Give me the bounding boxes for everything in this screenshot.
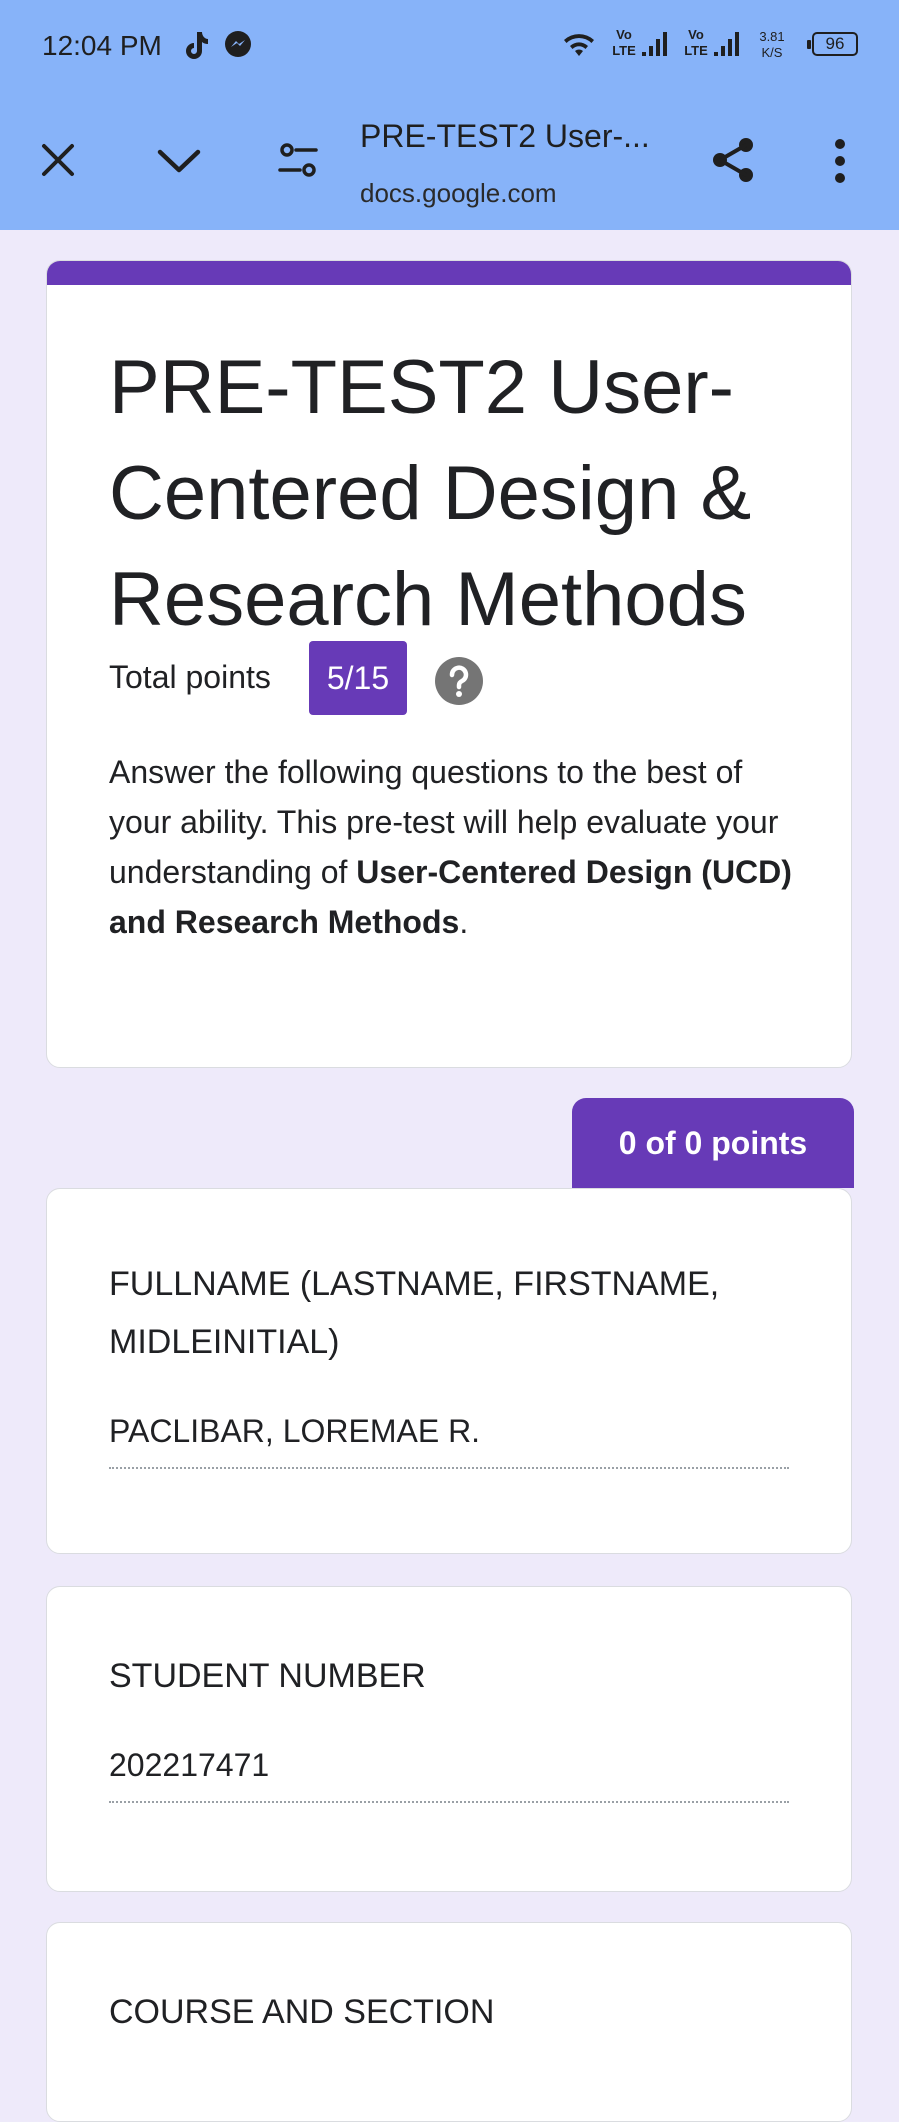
signal-icon	[714, 30, 744, 63]
question-card: COURSE AND SECTION	[46, 1922, 852, 2122]
sim2-volte-bottom: LTE	[684, 43, 708, 58]
question-card: FULLNAME (LASTNAME, FIRSTNAME, MIDLEINIT…	[46, 1188, 852, 1554]
sim1-volte-bottom: LTE	[612, 43, 636, 58]
form-description: Answer the following questions to the be…	[109, 747, 799, 947]
question-card: STUDENT NUMBER 202217471	[46, 1586, 852, 1892]
answer-field[interactable]: 202217471	[109, 1747, 789, 1803]
status-bar: 12:04 PM Vo LTE Vo LTE 3.81 K/S 96	[0, 0, 899, 92]
help-icon[interactable]	[434, 656, 484, 711]
description-tail: .	[459, 904, 469, 940]
section-points-badge: 0 of 0 points	[572, 1098, 854, 1188]
question-title: STUDENT NUMBER	[109, 1657, 426, 1695]
wifi-icon	[562, 30, 596, 63]
page-domain[interactable]: docs.google.com	[360, 178, 557, 209]
page-controls-icon[interactable]	[278, 140, 318, 185]
signal-icon	[642, 30, 672, 63]
browser-top-bar: 12:04 PM Vo LTE Vo LTE 3.81 K/S 96 PRE-T…	[0, 0, 899, 230]
page-title[interactable]: PRE-TEST2 User-...	[360, 118, 690, 155]
chevron-down-icon[interactable]	[156, 148, 202, 181]
question-title: COURSE AND SECTION	[109, 1993, 495, 2031]
question-title: FULLNAME (LASTNAME, FIRSTNAME, MIDLEINIT…	[109, 1265, 720, 1361]
form-accent-bar	[47, 261, 851, 285]
network-speed-value: 3.81	[759, 29, 785, 44]
share-icon[interactable]	[710, 136, 758, 189]
form-title: PRE-TEST2 User-Centered Design & Researc…	[109, 345, 752, 642]
close-icon[interactable]	[40, 142, 76, 183]
tiktok-icon	[183, 30, 209, 65]
more-vert-icon[interactable]	[832, 138, 848, 189]
answer-field[interactable]: PACLIBAR, LOREMAE R.	[109, 1413, 789, 1469]
battery-indicator: 96	[807, 32, 858, 56]
sim1-volte-top: Vo	[616, 27, 632, 42]
form-header-card: PRE-TEST2 User-Centered Design & Researc…	[46, 260, 852, 1068]
status-time: 12:04 PM	[42, 30, 162, 61]
messenger-icon	[224, 30, 252, 63]
network-speed-unit: K/S	[761, 45, 783, 60]
total-points-badge: 5/15	[309, 641, 407, 715]
total-points-label: Total points	[109, 659, 271, 695]
sim2-volte-top: Vo	[688, 27, 704, 42]
